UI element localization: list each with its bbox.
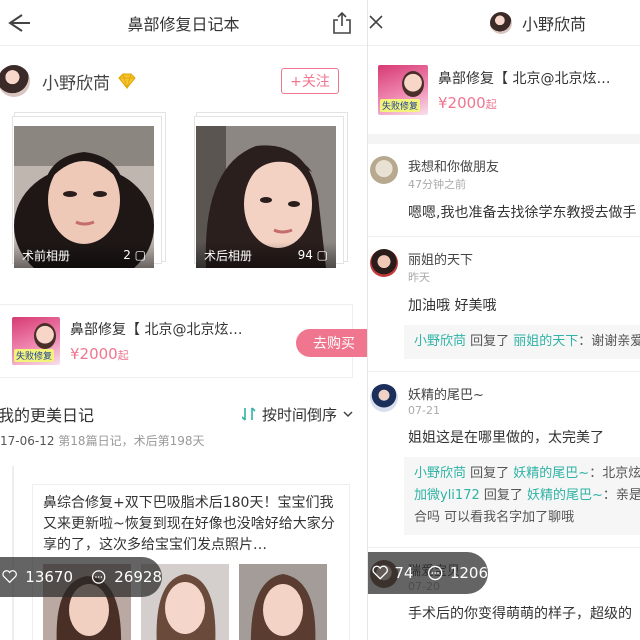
product-title: 鼻部修复【 北京@北京炫… [70, 322, 243, 338]
thumbnail-face [402, 71, 424, 97]
share-icon[interactable] [331, 11, 353, 35]
commenter-avatar[interactable] [370, 156, 398, 184]
album-count: 94 ▢ [297, 248, 328, 262]
diamond-badge-icon [118, 73, 136, 89]
product-price: ¥2000起 [438, 94, 497, 112]
comment-icon[interactable] [427, 563, 443, 583]
comment-item: 丽姐的天下 昨天 加油哦 好美哦 小野欣苘 回复了 丽姐的天下：谢谢亲爱 [368, 237, 640, 372]
heart-icon[interactable] [372, 564, 388, 582]
reply-from-link[interactable]: 小野欣苘 [414, 334, 466, 349]
thumbnail-tag: 失败修复 [380, 99, 421, 112]
before-album[interactable]: 术前相册 2 ▢ [12, 116, 162, 268]
diary-detail-page: 小野欣苘 失败修复 鼻部修复【 北京@北京炫… ¥2000起 我想和你做朋友 4… [368, 0, 640, 640]
comment-text: 手术后的你变得萌萌的样子，超级的 [408, 606, 632, 622]
back-arrow-icon[interactable] [4, 9, 32, 37]
sort-icon [241, 407, 256, 421]
product-info: 鼻部修复【 北京@北京炫… ¥2000起 [438, 68, 610, 112]
author-name[interactable]: 小野欣苘 [42, 69, 110, 94]
comment-text: 姐姐这是在哪里做的，太完美了 [408, 430, 604, 446]
diary-header: 我的更美日记 按时间倒序 [0, 398, 367, 430]
comment-user[interactable]: 妖精的尾巴~ [408, 384, 640, 403]
product-thumbnail: 失败修复 [12, 317, 60, 365]
thumbnail-tag: 失败修复 [14, 349, 55, 362]
comment-icon[interactable] [91, 567, 106, 587]
diary-text: 鼻综合修复+双下巴吸脂术后180天！宝宝们我又来更新啦~恢复到现在好像也没啥好给… [43, 495, 335, 553]
comment-time: 07-21 [408, 404, 440, 417]
comment-body: 妖精的尾巴~ 07-21 姐姐这是在哪里做的，太完美了 小野欣苘 回复了 妖精的… [404, 384, 640, 547]
stats-pill: 13670 26928 [0, 557, 162, 597]
like-count: 13670 [25, 568, 73, 586]
top-nav: 鼻部修复日记本 [0, 0, 367, 46]
heart-icon[interactable] [2, 568, 17, 586]
comment-body: 我想和你做朋友 47分钟之前 嗯嗯,我也准备去找徐学东教授去做手 [408, 156, 640, 236]
reply-from-link[interactable]: 小野欣苘 [414, 466, 466, 481]
product-title: 鼻部修复【 北京@北京炫… [438, 71, 611, 87]
comment-time: 47分钟之前 [408, 178, 466, 191]
comment-item: 妖精的尾巴~ 07-21 姐姐这是在哪里做的，太完美了 小野欣苘 回复了 妖精的… [368, 372, 640, 548]
commenter-avatar[interactable] [370, 249, 398, 277]
diary-book-page: 鼻部修复日记本 小野欣苘 +关注 术前相册 2 ▢ 术后相册 94 ▢ 失败修复… [0, 0, 368, 640]
product-info: 鼻部修复【 北京@北京炫… ¥2000起 [70, 319, 242, 363]
sort-label: 按时间倒序 [261, 405, 337, 424]
album-caption: 术后相册 94 ▢ [196, 242, 336, 268]
screenshot-stage: 鼻部修复日记本 小野欣苘 +关注 术前相册 2 ▢ 术后相册 94 ▢ 失败修复… [0, 0, 640, 640]
author-row: 小野欣苘 +关注 [0, 46, 367, 116]
comment-item: 我想和你做朋友 47分钟之前 嗯嗯,我也准备去找徐学东教授去做手 [368, 144, 640, 237]
product-price: ¥2000起 [70, 345, 129, 363]
close-icon[interactable] [368, 10, 388, 34]
timeline-line [12, 466, 14, 640]
top-nav: 小野欣苘 [368, 0, 640, 46]
page-title: 鼻部修复日记本 [127, 14, 240, 34]
reply-to-link[interactable]: 妖精的尾巴~ [513, 466, 589, 481]
album-caption: 术前相册 2 ▢ [14, 242, 154, 268]
buy-button[interactable]: 去购买 [296, 329, 367, 357]
album-row: 术前相册 2 ▢ 术后相册 94 ▢ [0, 116, 367, 276]
stats-pill: 74 1206 [368, 552, 488, 594]
sort-dropdown[interactable]: 按时间倒序 [241, 404, 353, 425]
avatar[interactable] [0, 65, 30, 97]
thumbnail-face [34, 323, 56, 349]
product-thumbnail: 失败修复 [378, 65, 428, 115]
album-label: 术前相册 [22, 248, 71, 263]
product-card[interactable]: 失败修复 鼻部修复【 北京@北京炫… ¥2000起 去购买 [0, 304, 367, 378]
comment-body: 丽姐的天下 昨天 加油哦 好美哦 小野欣苘 回复了 丽姐的天下：谢谢亲爱 [404, 249, 640, 371]
commenter-avatar[interactable] [370, 384, 398, 412]
comment-count: 1206 [449, 564, 488, 582]
like-count: 74 [394, 564, 414, 582]
comment-time: 昨天 [408, 271, 430, 284]
reply-from-link[interactable]: 加微yli172 [414, 488, 480, 503]
after-album[interactable]: 术后相册 94 ▢ [194, 116, 344, 268]
comment-user[interactable]: 丽姐的天下 [408, 249, 640, 268]
product-card[interactable]: 失败修复 鼻部修复【 北京@北京炫… ¥2000起 [368, 46, 640, 144]
diary-info: 第18篇日记，术后第198天 [58, 434, 205, 448]
diary-meta: 17-06-12 第18篇日记，术后第198天 [0, 432, 367, 452]
comment-text: 加油哦 好美哦 [408, 298, 497, 314]
avatar[interactable] [490, 11, 512, 34]
diary-heading: 我的更美日记 [0, 406, 95, 425]
album-count: 2 ▢ [123, 248, 146, 262]
reply-box[interactable]: 小野欣苘 回复了 丽姐的天下：谢谢亲爱 [404, 325, 640, 359]
diary-date: 17-06-12 [0, 434, 55, 448]
comment-count: 26928 [114, 568, 162, 586]
author-name: 小野欣苘 [522, 14, 587, 34]
reply-to-link[interactable]: 妖精的尾巴~ [527, 488, 603, 503]
follow-button[interactable]: +关注 [281, 68, 339, 94]
reply-continuation: 合吗 可以看我名字加了聊哦 [414, 510, 575, 525]
comment-user[interactable]: 我想和你做朋友 [408, 156, 640, 175]
chevron-down-icon [343, 411, 353, 418]
reply-box[interactable]: 小野欣苘 回复了 妖精的尾巴~：北京炫 加微yli172 回复了 妖精的尾巴~：… [404, 457, 640, 535]
album-label: 术后相册 [204, 248, 253, 263]
reply-to-link[interactable]: 丽姐的天下 [513, 334, 578, 349]
comment-text: 嗯嗯,我也准备去找徐学东教授去做手 [408, 205, 637, 221]
diary-photo[interactable] [239, 564, 327, 640]
